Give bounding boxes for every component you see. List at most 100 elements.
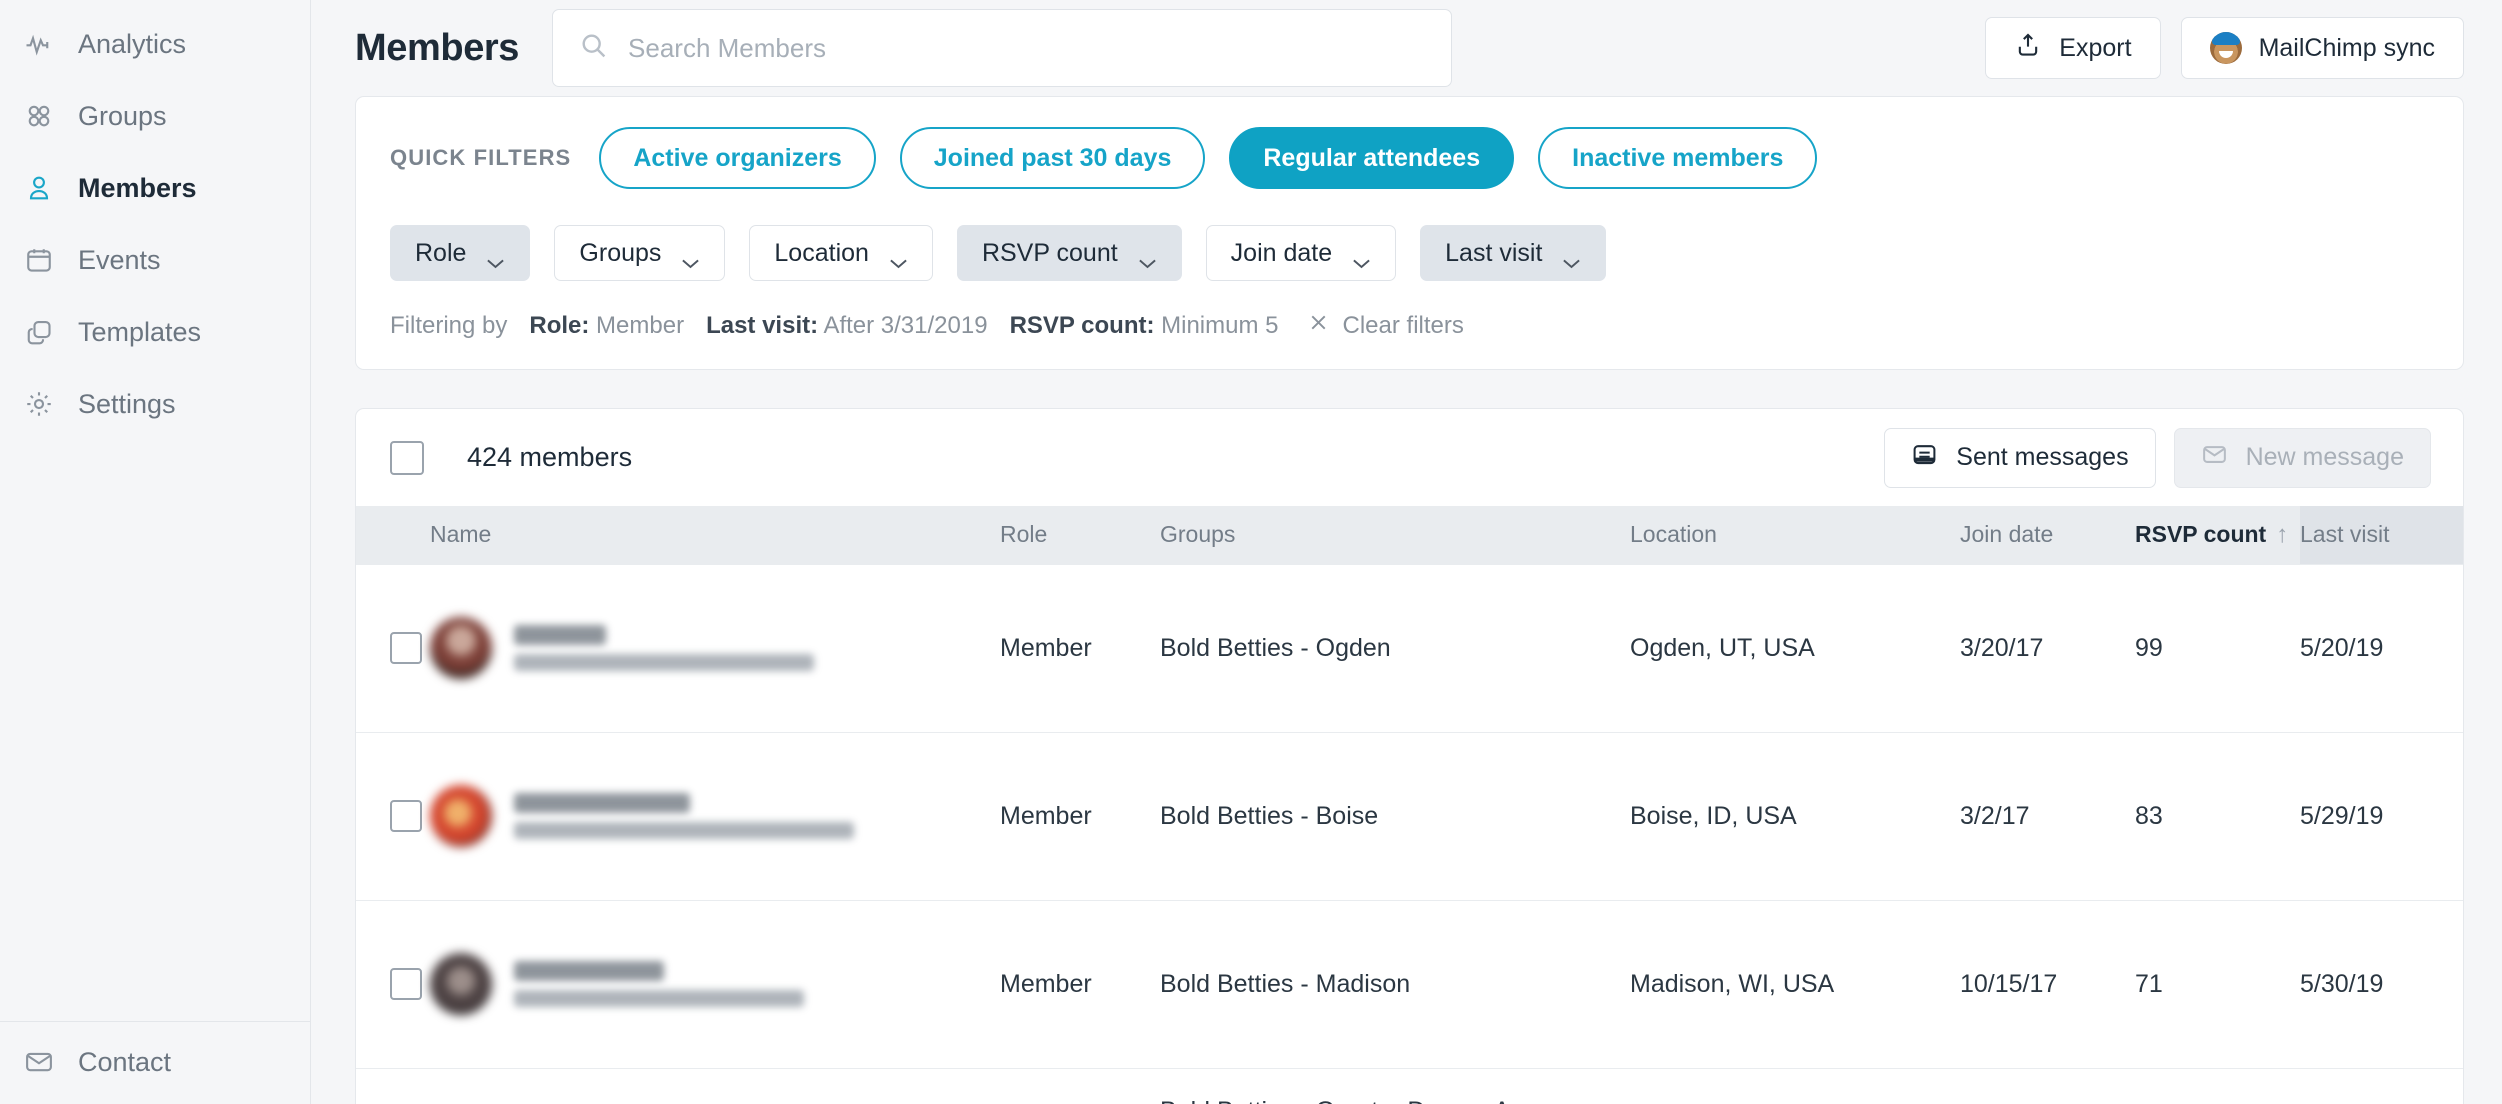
- new-message-button[interactable]: New message: [2173, 427, 2431, 488]
- table-row[interactable]: Member Bold Betties - Ogden Ogden, UT, USA…: [356, 563, 2463, 732]
- sidebar-item-contact[interactable]: Contact: [0, 1026, 310, 1098]
- cell-name: [430, 563, 1000, 732]
- chevron-down-icon: [1352, 248, 1371, 269]
- sidebar-item-groups[interactable]: Groups: [0, 80, 310, 152]
- row-checkbox-cell: [356, 1067, 430, 1104]
- filter-dropdown-role[interactable]: Role: [390, 225, 531, 281]
- member-count: 424 members: [467, 442, 633, 472]
- group-name: Bold Betties - Madison: [1160, 969, 1411, 998]
- table-row[interactable]: Member Bold Betties - Boise Boise, ID, USA…: [356, 731, 2463, 900]
- group-name: Bold Betties - Ogden: [1160, 633, 1391, 662]
- table-row[interactable]: Member Bold Betties - Madison Madison, WI,…: [356, 899, 2463, 1068]
- column-header-role[interactable]: Role: [1000, 506, 1160, 564]
- group-name: Bold Betties - Boise: [1160, 801, 1379, 830]
- member-name: [514, 961, 664, 981]
- quick-filter-joined-past-30-days[interactable]: Joined past 30 days: [899, 127, 1206, 189]
- export-button[interactable]: Export: [1985, 17, 2161, 79]
- row-checkbox[interactable]: [390, 800, 422, 832]
- group-name: Bold Betties - Greater Denver Area: [1160, 1097, 1620, 1104]
- cell-last-visit: 5/20/19: [2300, 1067, 2463, 1104]
- column-header-name[interactable]: Name: [430, 506, 1000, 564]
- sidebar-item-label: Templates: [78, 316, 202, 347]
- applied-filter-chip: Last visit: After 3/31/2019: [706, 312, 988, 340]
- table-toolbar-actions: Sent messages New message: [1884, 427, 2431, 488]
- cell-rsvp-count: 99: [2135, 563, 2300, 732]
- cell-groups: Bold Betties - Greater Denver AreaBold B…: [1160, 1067, 1630, 1104]
- select-all-checkbox[interactable]: [390, 440, 424, 475]
- applied-filter-key: Role:: [529, 312, 590, 339]
- quick-filter-inactive-members[interactable]: Inactive members: [1538, 127, 1818, 189]
- member-name: [514, 793, 690, 813]
- row-checkbox-cell: [356, 563, 430, 732]
- filter-dropdown-last-visit[interactable]: Last visit: [1420, 225, 1607, 281]
- filter-dropdown-label: Role: [415, 238, 467, 267]
- row-checkbox-cell: [356, 899, 430, 1068]
- filter-dropdown-groups[interactable]: Groups: [554, 225, 726, 281]
- avatar: [430, 785, 492, 847]
- top-bar: Members Export MailChimp sync: [311, 0, 2502, 96]
- chevron-down-icon: [486, 248, 505, 269]
- sent-messages-button[interactable]: Sent messages: [1884, 427, 2156, 488]
- table-toolbar: 424 members Sent messages New message: [356, 409, 2463, 506]
- search-input[interactable]: [628, 32, 1426, 64]
- person-icon: [22, 171, 56, 205]
- column-header-groups[interactable]: Groups: [1160, 506, 1630, 564]
- filtering-by-label: Filtering by: [390, 312, 508, 339]
- members-table: Name Role Groups Location Join date RSVP coun…: [356, 506, 2463, 1104]
- top-bar-actions: Export MailChimp sync: [1985, 17, 2464, 79]
- filter-dropdown-rsvp-count[interactable]: RSVP count: [956, 225, 1182, 281]
- sidebar-item-settings[interactable]: Settings: [0, 368, 310, 440]
- chevron-down-icon: [1138, 248, 1157, 269]
- chevron-down-icon: [1562, 248, 1581, 269]
- table-row[interactable]: MemberBold Betties - Greater Denver Area…: [356, 1067, 2463, 1104]
- table-body: Member Bold Betties - Ogden Ogden, UT, USA…: [356, 563, 2463, 1104]
- page-title: Members: [355, 26, 520, 69]
- filter-dropdown-join-date[interactable]: Join date: [1205, 225, 1397, 281]
- sidebar-item-templates[interactable]: Templates: [0, 296, 310, 368]
- cell-last-visit: 5/20/19: [2300, 563, 2463, 732]
- filters-card: QUICK FILTERS Active organizers Joined pa…: [355, 96, 2464, 370]
- quick-filter-active-organizers[interactable]: Active organizers: [599, 127, 876, 189]
- column-header-label: Name: [430, 521, 492, 548]
- cell-name: [430, 731, 1000, 900]
- member-email: [514, 654, 814, 671]
- export-label: Export: [2059, 33, 2132, 62]
- column-header-label: Location: [1630, 521, 1717, 548]
- mailchimp-sync-button[interactable]: MailChimp sync: [2180, 17, 2464, 79]
- sidebar-item-analytics[interactable]: Analytics: [0, 8, 310, 80]
- cell-name: [430, 1067, 1000, 1104]
- cell-join-date: 4/26/15: [1960, 1067, 2135, 1104]
- column-header-label: Join date: [1960, 521, 2054, 548]
- cell-role: Member: [1000, 731, 1160, 900]
- grid-icon: [22, 99, 56, 133]
- column-header-location[interactable]: Location: [1630, 506, 1960, 564]
- avatar: [430, 953, 492, 1015]
- filtering-by-row: Filtering by Role: Member Last visit: Aft…: [356, 311, 2463, 341]
- sidebar-item-members[interactable]: Members: [0, 152, 310, 224]
- mailchimp-monkey-icon: [2209, 32, 2242, 64]
- sidebar-item-label: Analytics: [78, 28, 187, 59]
- clear-filters-button[interactable]: Clear filters: [1307, 311, 1464, 341]
- column-header-rsvp-count[interactable]: RSVP count ↑: [2135, 506, 2300, 564]
- applied-filter-value: Minimum 5: [1154, 312, 1279, 339]
- applied-filter-value: Member: [589, 312, 685, 339]
- column-header-join-date[interactable]: Join date: [1960, 506, 2135, 564]
- quick-filter-regular-attendees[interactable]: Regular attendees: [1229, 127, 1515, 189]
- sidebar-item-label: Events: [78, 244, 161, 275]
- cell-role: Member: [1000, 1067, 1160, 1104]
- filter-dropdown-location[interactable]: Location: [749, 225, 933, 281]
- sidebar-item-label: Contact: [78, 1046, 172, 1077]
- search-box[interactable]: [552, 9, 1453, 87]
- search-icon: [579, 31, 608, 65]
- quick-filter-pills: Active organizers Joined past 30 days Regu…: [599, 127, 1818, 189]
- row-checkbox[interactable]: [390, 632, 422, 664]
- table-header: Name Role Groups Location Join date RSVP coun…: [356, 506, 2463, 564]
- member-email: [514, 822, 854, 839]
- cell-last-visit: 5/29/19: [2300, 731, 2463, 900]
- column-header-last-visit[interactable]: Last visit: [2300, 506, 2463, 564]
- chevron-down-icon: [889, 248, 908, 269]
- sidebar: Analytics Groups Members Events Templates Set…: [0, 0, 311, 1104]
- sidebar-item-events[interactable]: Events: [0, 224, 310, 296]
- sidebar-item-label: Settings: [78, 388, 176, 419]
- row-checkbox[interactable]: [390, 968, 422, 1000]
